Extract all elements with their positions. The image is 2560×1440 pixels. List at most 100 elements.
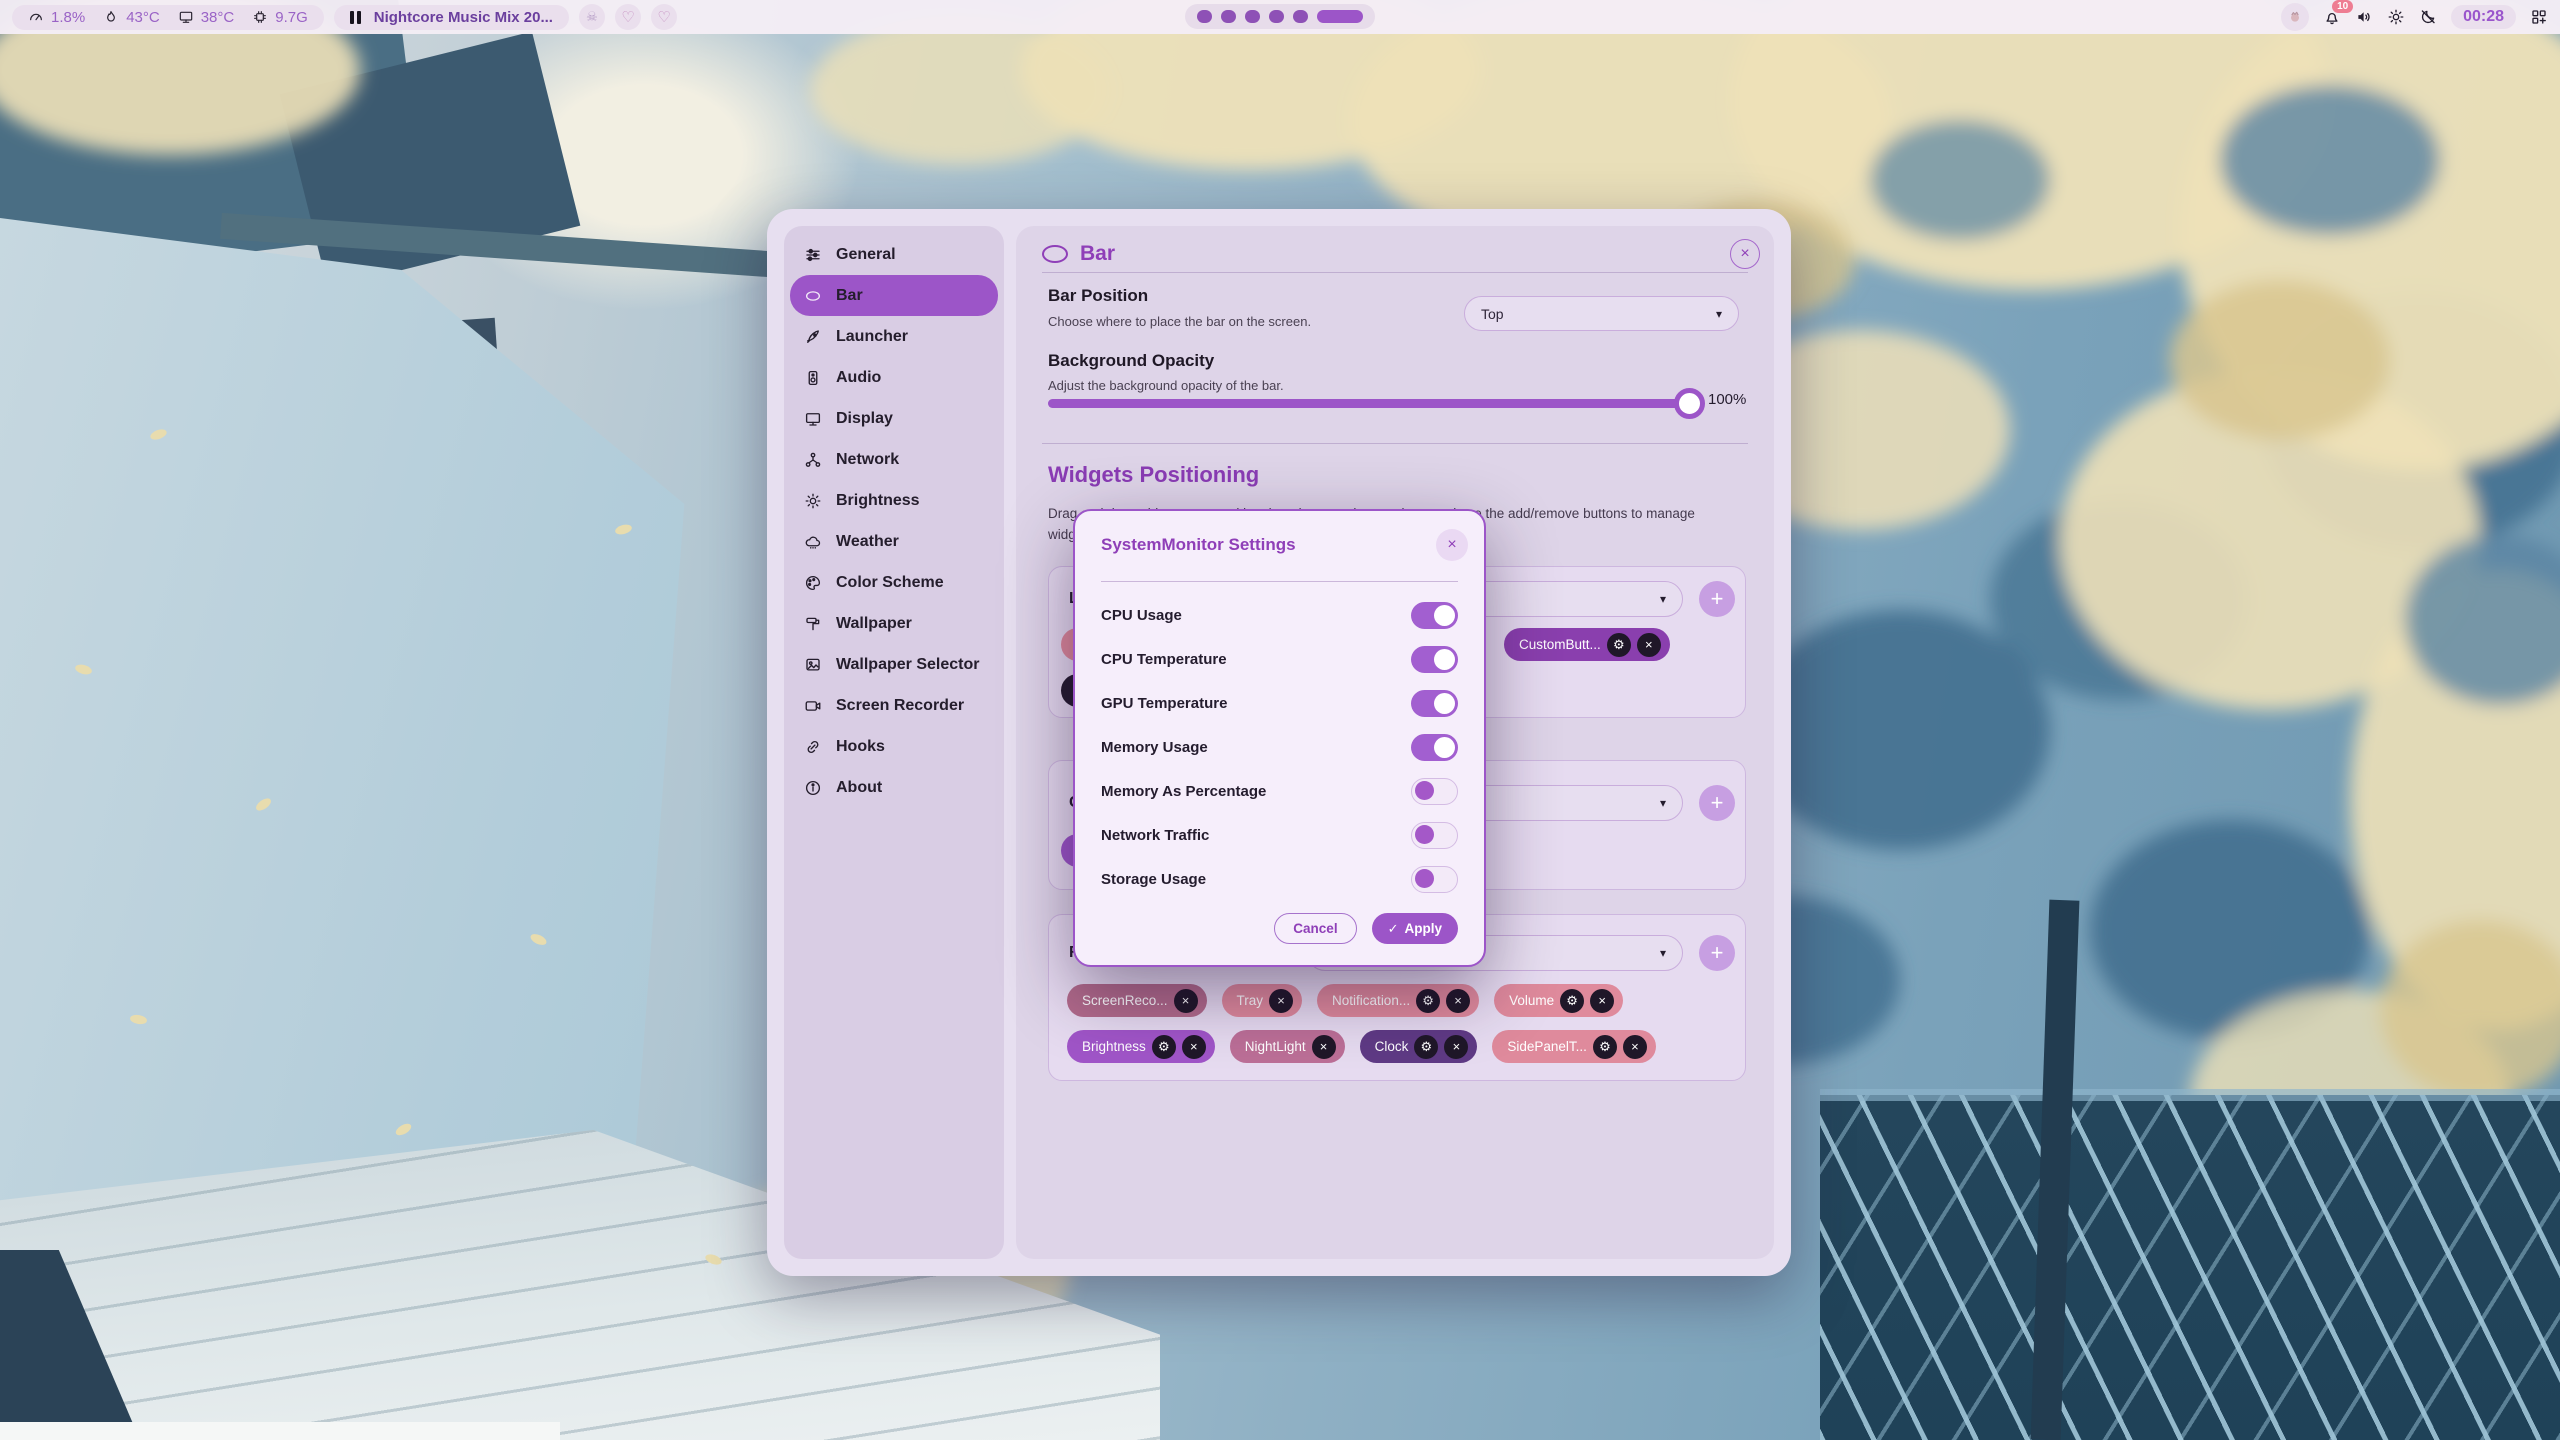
oval-icon — [804, 287, 822, 305]
dialog-close-button[interactable]: × — [1436, 529, 1468, 561]
notifications-button[interactable]: 10 — [2323, 8, 2341, 26]
widget-chip-clock[interactable]: Clock⚙× — [1360, 1030, 1478, 1063]
workspace-1[interactable] — [1197, 10, 1212, 23]
remove-icon[interactable]: × — [1312, 1035, 1336, 1059]
widget-chip-screenreco[interactable]: ScreenReco... × — [1067, 984, 1207, 1017]
cpu-temperature-toggle[interactable] — [1411, 646, 1458, 673]
cpu-usage-toggle[interactable] — [1411, 602, 1458, 629]
toggle-row-gpu-temperature: GPU Temperature — [1101, 681, 1458, 725]
widget-chip-custombutt[interactable]: CustomButt...⚙× — [1504, 628, 1670, 661]
storage-usage-toggle[interactable] — [1411, 866, 1458, 893]
toggle-row-memory-usage: Memory Usage — [1101, 725, 1458, 769]
gpu-temperature-toggle[interactable] — [1411, 690, 1458, 717]
clock[interactable]: 00:28 — [2451, 5, 2516, 29]
flame-icon — [103, 9, 119, 25]
workspaces[interactable] — [1185, 4, 1375, 29]
bar-position-description: Choose where to place the bar on the scr… — [1048, 314, 1311, 329]
sidebar-item-wallpaper-selector[interactable]: Wallpaper Selector — [790, 644, 998, 685]
sidebar-item-display[interactable]: Display — [790, 398, 998, 439]
apply-button[interactable]: ✓ Apply — [1372, 913, 1458, 944]
window-close-button[interactable]: × — [1730, 239, 1760, 269]
background-opacity-description: Adjust the background opacity of the bar… — [1048, 378, 1284, 393]
top-bar: 1.8%43°C38°C9.7G Nightcore Music Mix 20.… — [0, 0, 2560, 34]
bar-page-icon — [1042, 245, 1068, 263]
workspace-5[interactable] — [1293, 10, 1308, 23]
widget-chip-tray[interactable]: Tray× — [1222, 984, 1303, 1017]
sidebar-item-bar[interactable]: Bar — [790, 275, 998, 316]
network-traffic-toggle[interactable] — [1411, 822, 1458, 849]
info-icon — [804, 779, 822, 797]
memory-usage-toggle[interactable] — [1411, 734, 1458, 761]
workspace-3[interactable] — [1245, 10, 1260, 23]
volume-icon[interactable] — [2355, 8, 2373, 26]
widget-chip-nightlight[interactable]: NightLight× — [1230, 1030, 1345, 1063]
night-light-icon[interactable] — [2419, 8, 2437, 26]
widget-chip-notification[interactable]: Notification...⚙× — [1317, 984, 1479, 1017]
workspace-6[interactable] — [1317, 10, 1363, 23]
remove-icon[interactable]: × — [1637, 633, 1661, 657]
speaker-icon — [804, 369, 822, 387]
wallpaper-railing — [1820, 1095, 2560, 1440]
add-widget-button[interactable]: + — [1699, 581, 1735, 617]
chip-label: Brightness — [1082, 1039, 1146, 1054]
divider — [1101, 581, 1458, 582]
stat-flame: 43°C — [103, 9, 160, 26]
remove-icon[interactable]: × — [1623, 1035, 1647, 1059]
brightness-icon[interactable] — [2387, 8, 2405, 26]
remove-icon[interactable]: × — [1444, 1035, 1468, 1059]
sidebar-item-network[interactable]: Network — [790, 439, 998, 480]
sidebar-item-hooks[interactable]: Hooks — [790, 726, 998, 767]
remove-icon[interactable]: × — [1446, 989, 1470, 1013]
gear-icon[interactable]: ⚙ — [1560, 989, 1584, 1013]
gear-icon[interactable]: ⚙ — [1416, 989, 1440, 1013]
remove-icon[interactable]: × — [1182, 1035, 1206, 1059]
remove-icon[interactable]: × — [1269, 989, 1293, 1013]
media-player[interactable]: Nightcore Music Mix 20... — [334, 5, 569, 30]
sidebar-item-label: Screen Recorder — [836, 697, 964, 715]
settings-sidebar: GeneralBar Launcher AudioDisplay Network Bri… — [784, 226, 1004, 1259]
sidebar-item-about[interactable]: About — [790, 767, 998, 808]
sidebar-item-color-scheme[interactable]: Color Scheme — [790, 562, 998, 603]
sidebar-item-brightness[interactable]: Brightness — [790, 480, 998, 521]
gear-icon[interactable]: ⚙ — [1152, 1035, 1176, 1059]
bar-position-select[interactable]: Top ▾ — [1464, 296, 1739, 331]
divider — [1042, 272, 1748, 273]
widget-chip-sidepanelt[interactable]: SidePanelT...⚙× — [1492, 1030, 1656, 1063]
tray-app-icon[interactable] — [2281, 3, 2309, 31]
slider-track[interactable] — [1048, 399, 1692, 408]
gear-icon[interactable]: ⚙ — [1414, 1035, 1438, 1059]
sidebar-item-wallpaper[interactable]: Wallpaper — [790, 603, 998, 644]
sidebar-item-audio[interactable]: Audio — [790, 357, 998, 398]
background-opacity-slider[interactable] — [1048, 396, 1692, 412]
stat-monitor: 38°C — [178, 9, 235, 26]
sidebar-item-weather[interactable]: Weather — [790, 521, 998, 562]
add-widget-button[interactable]: + — [1699, 935, 1735, 971]
sidebar-item-label: Launcher — [836, 328, 908, 346]
workspace-2[interactable] — [1221, 10, 1236, 23]
sidebar-item-launcher[interactable]: Launcher — [790, 316, 998, 357]
gear-icon[interactable]: ⚙ — [1593, 1035, 1617, 1059]
heart-icon[interactable]: ♡ — [651, 4, 677, 30]
workspace-4[interactable] — [1269, 10, 1284, 23]
chip-label: ScreenReco... — [1082, 993, 1168, 1008]
sidebar-item-general[interactable]: General — [790, 234, 998, 275]
sidebar-item-label: Wallpaper — [836, 615, 912, 633]
memory-as-percentage-toggle[interactable] — [1411, 778, 1458, 805]
sidebar-item-label: Network — [836, 451, 899, 469]
cancel-button[interactable]: Cancel — [1274, 913, 1356, 944]
skull-icon[interactable]: ☠ — [579, 4, 605, 30]
slider-knob[interactable] — [1674, 388, 1705, 419]
overview-icon[interactable] — [2530, 8, 2548, 26]
toggle-row-network-traffic: Network Traffic — [1101, 813, 1458, 857]
widget-chip-brightness[interactable]: Brightness ⚙× — [1067, 1030, 1215, 1063]
toggle-label: Memory Usage — [1101, 739, 1208, 756]
background-opacity-value: 100% — [1708, 391, 1746, 408]
remove-icon[interactable]: × — [1590, 989, 1614, 1013]
sidebar-item-screen-recorder[interactable]: Screen Recorder — [790, 685, 998, 726]
stat-value: 43°C — [126, 9, 160, 26]
gear-icon[interactable]: ⚙ — [1607, 633, 1631, 657]
remove-icon[interactable]: × — [1174, 989, 1198, 1013]
widget-chip-volume[interactable]: Volume⚙× — [1494, 984, 1623, 1017]
add-widget-button[interactable]: + — [1699, 785, 1735, 821]
heart-icon[interactable]: ♡ — [615, 4, 641, 30]
